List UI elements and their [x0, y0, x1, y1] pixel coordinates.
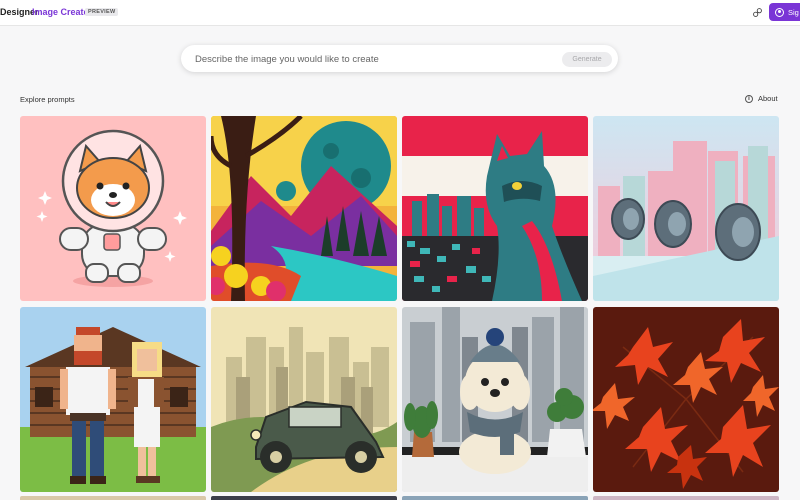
- gallery-tile-pixel-couple[interactable]: [20, 307, 206, 492]
- gallery-tile-row3-1[interactable]: [20, 496, 206, 500]
- gallery-tile-row3-2[interactable]: [211, 496, 397, 500]
- pixel-couple-image: [20, 307, 206, 492]
- vintage-car-image: [211, 307, 397, 492]
- explore-prompts-heading: Explore prompts: [20, 95, 75, 104]
- prompt-search-bar: [181, 45, 618, 72]
- gallery-tile-row3-4[interactable]: [593, 496, 779, 500]
- gallery-tile-maple-leaves[interactable]: [593, 307, 779, 492]
- gallery-tile-row3-3[interactable]: [402, 496, 588, 500]
- user-icon: [775, 7, 784, 17]
- prompt-input[interactable]: [193, 51, 557, 68]
- gallery-tile-vintage-car[interactable]: [211, 307, 397, 492]
- about-link[interactable]: i About: [745, 94, 778, 103]
- about-label: About: [758, 94, 778, 103]
- sign-in-button[interactable]: Sig: [769, 3, 800, 21]
- share-icon[interactable]: [752, 7, 763, 18]
- app-header: Designer Image Creator PREVIEW Sig: [0, 0, 800, 26]
- info-icon: i: [745, 94, 753, 103]
- gallery-tile-cat-city[interactable]: [402, 116, 588, 301]
- gallery-tile-psychedelic-landscape[interactable]: [211, 116, 397, 301]
- gallery-tile-astronaut-shiba[interactable]: [20, 116, 206, 301]
- knitted-dog-image: [402, 307, 588, 492]
- cat-city-image: [402, 116, 588, 301]
- preview-badge: PREVIEW: [85, 8, 119, 16]
- sign-in-label: Sig: [788, 7, 799, 17]
- product-name[interactable]: Image Creator: [32, 7, 93, 17]
- gallery-tile-knitted-dog[interactable]: [402, 307, 588, 492]
- gallery-tile-tires-city[interactable]: [593, 116, 779, 301]
- generate-button[interactable]: Generate: [562, 52, 612, 67]
- astronaut-shiba-image: [20, 116, 206, 301]
- tires-city-image: [593, 116, 779, 301]
- maple-leaves-image: [593, 307, 779, 492]
- psychedelic-landscape-image: [211, 116, 397, 301]
